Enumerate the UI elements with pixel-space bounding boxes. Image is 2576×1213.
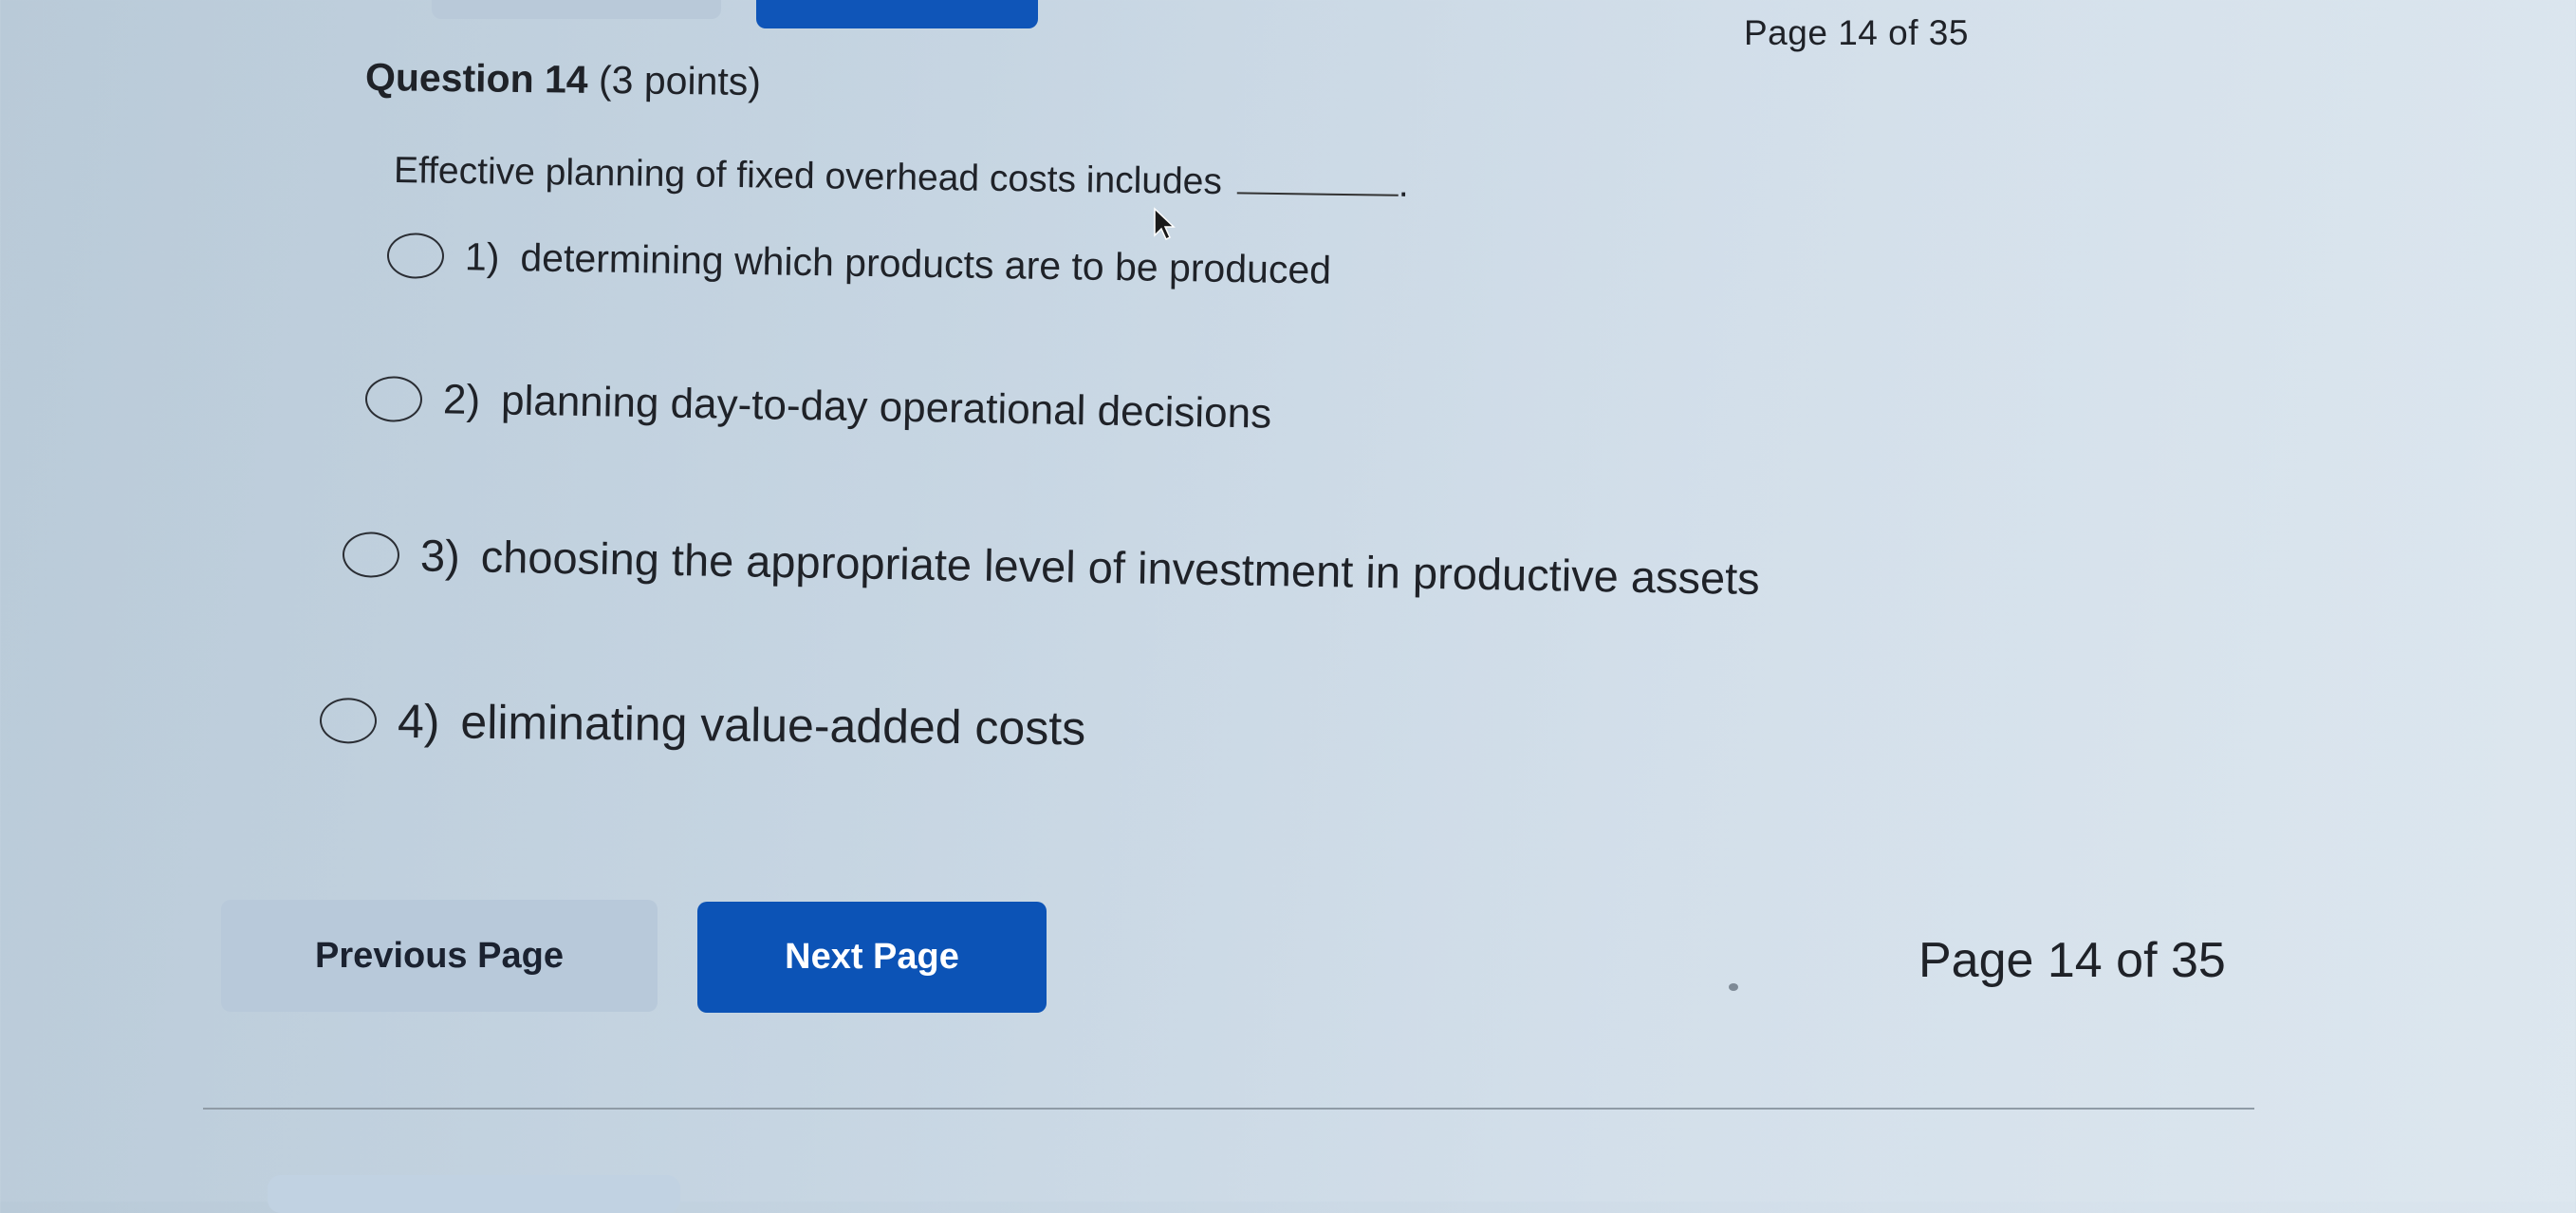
next-page-button[interactable]: Next Page (697, 902, 1047, 1013)
page-indicator-top: Page 14 of 35 (1744, 13, 1969, 52)
question-header: Question 14 (3 points) (365, 55, 762, 104)
question-period: . (1398, 163, 1410, 205)
top-secondary-button[interactable] (432, 0, 721, 19)
answer-blank (1236, 192, 1399, 196)
option-number-4: 4) (397, 694, 440, 749)
radio-button-3[interactable] (342, 531, 400, 578)
option-text-1: determining which products are to be pro… (520, 234, 1332, 292)
bottom-button[interactable] (268, 1175, 680, 1213)
radio-button-1[interactable] (386, 233, 445, 279)
question-prompt: Effective planning of fixed overhead cos… (393, 150, 1223, 203)
option-number-1: 1) (464, 233, 500, 279)
question-points: (3 points) (598, 58, 762, 104)
answer-option-1[interactable]: 1) determining which products are to be … (386, 233, 1332, 293)
question-text: Effective planning of fixed overhead cos… (394, 150, 1409, 206)
question-number: Question 14 (364, 55, 588, 102)
option-text-4: eliminating value-added costs (460, 695, 1086, 756)
top-primary-button[interactable] (756, 0, 1038, 28)
option-text-2: planning day-to-day operational decision… (500, 377, 1272, 438)
divider (203, 1108, 2254, 1110)
radio-button-4[interactable] (319, 698, 378, 744)
radio-button-2[interactable] (364, 376, 423, 423)
answer-option-3[interactable]: 3) choosing the appropriate level of inv… (342, 528, 1761, 605)
option-text-3: choosing the appropriate level of invest… (480, 531, 1761, 605)
option-number-3: 3) (419, 530, 461, 582)
mouse-pointer-icon (1153, 207, 1176, 241)
answer-option-4[interactable]: 4) eliminating value-added costs (319, 693, 1086, 756)
option-number-2: 2) (442, 376, 481, 424)
decorative-dot (1729, 983, 1738, 991)
previous-page-button[interactable]: Previous Page (221, 900, 658, 1012)
answer-option-2[interactable]: 2) planning day-to-day operational decis… (364, 375, 1272, 439)
page-indicator-bottom: Page 14 of 35 (1918, 933, 2226, 988)
